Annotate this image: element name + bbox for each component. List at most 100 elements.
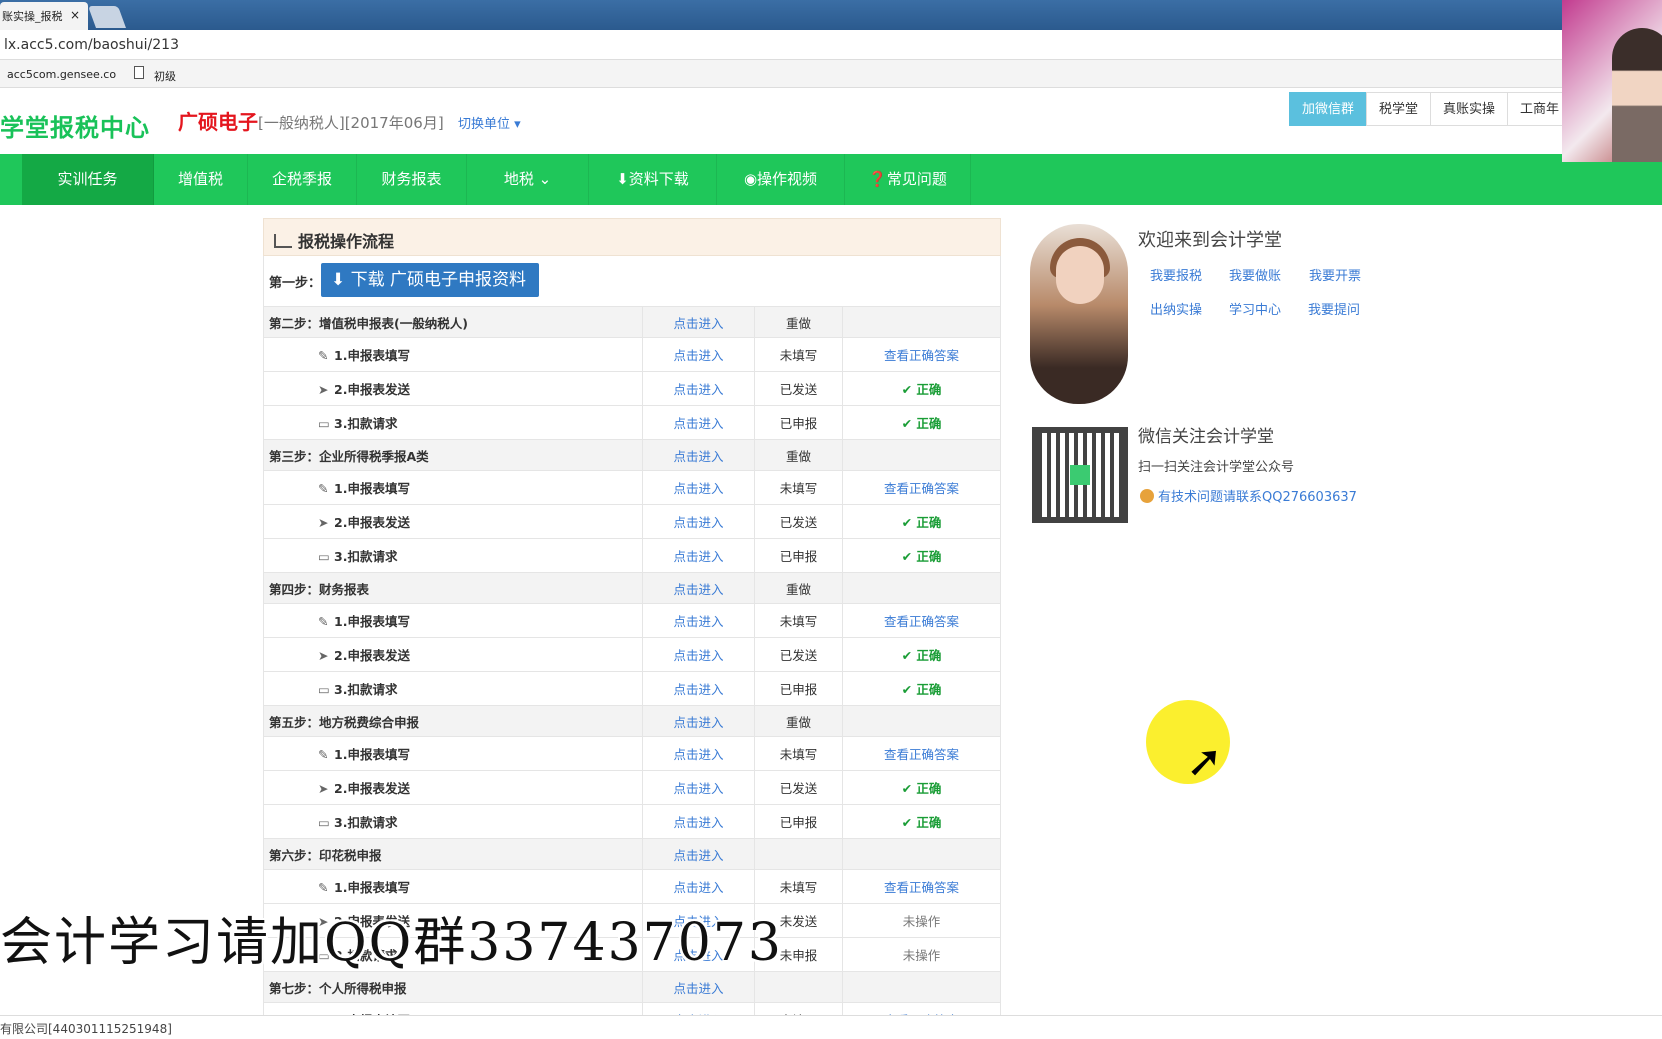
view-answer-link[interactable]: 查看正确答案 (842, 337, 1001, 372)
address-bar[interactable]: lx.acc5.com/baoshui/213 (0, 30, 1662, 60)
view-answer-link[interactable]: 查看正确答案 (842, 470, 1001, 505)
panel-title: 报税操作流程 (298, 232, 395, 251)
view-answer-link[interactable]: 查看正确答案 (842, 603, 1001, 638)
redo-link[interactable] (754, 971, 843, 1003)
task-name-cell: ▭ 3.扣款请求 (263, 804, 643, 839)
empty-cell (842, 705, 1001, 737)
step-title: 第三步：企业所得税季报A类 (263, 439, 643, 471)
nav-faq[interactable]: ❓常见问题 (845, 154, 971, 205)
page-icon (134, 66, 144, 79)
enter-link[interactable]: 点击进入 (642, 306, 755, 338)
table-row: ➤ 2.申报表发送 点击进入 已发送 ✔ 正确 (263, 371, 1001, 406)
task-name-cell: ➤ 2.申报表发送 (263, 770, 643, 805)
status-text: 已申报 (754, 804, 843, 839)
enter-link[interactable]: 点击进入 (642, 971, 755, 1003)
enter-link[interactable]: 点击进入 (642, 572, 755, 604)
redo-link[interactable]: 重做 (754, 572, 843, 604)
switch-unit-link[interactable]: 切换单位 ▾ (458, 113, 521, 132)
table-row: ✎ 1.申报表填写 点击进入未填写查看正确答案 (263, 736, 1001, 771)
view-answer-link[interactable]: 查看正确答案 (842, 736, 1001, 771)
status-text: 未填写 (754, 337, 843, 372)
nav-local-tax[interactable]: 地税 ⌄ (467, 154, 589, 205)
enter-link[interactable]: 点击进入 (642, 504, 755, 539)
edit-icon: ✎ (318, 614, 329, 629)
bookmark-item[interactable]: 初级 (154, 68, 176, 84)
enter-link[interactable]: 点击进入 (642, 371, 755, 406)
enter-link[interactable]: 点击进入 (642, 838, 755, 870)
site-logo[interactable]: 学堂报税中心 (0, 108, 150, 143)
nav-corp-tax[interactable]: 企税季报 (248, 154, 357, 205)
welcome-heading: 欢迎来到会计学堂 (1138, 230, 1282, 251)
quick-link-bookkeeping[interactable]: 我要做账 (1229, 265, 1281, 284)
table-row: ➤ 2.申报表发送 点击进入 已发送 ✔ 正确 (263, 504, 1001, 539)
enter-link[interactable]: 点击进入 (642, 804, 755, 839)
redo-link[interactable]: 重做 (754, 705, 843, 737)
quick-link-invoice[interactable]: 我要开票 (1309, 265, 1361, 284)
task-name-cell: ➤ 2.申报表发送 (263, 637, 643, 672)
table-row: ✎ 1.申报表填写 点击进入未填写查看正确答案 (263, 337, 1001, 372)
redo-link[interactable]: 重做 (754, 439, 843, 471)
quick-link-cashier[interactable]: 出纳实操 (1150, 299, 1202, 318)
redo-link[interactable] (754, 838, 843, 870)
close-icon[interactable]: × (70, 8, 80, 22)
status-text: 未填写 (754, 869, 843, 904)
enter-link[interactable]: 点击进入 (642, 736, 755, 771)
step-one: 第一步： ⬇ 下载 广硕电子申报资料 (263, 256, 1001, 306)
table-row: ➤ 2.申报表发送 点击进入 已发送 ✔ 正确 (263, 637, 1001, 672)
monitor-icon: ▭ (318, 815, 330, 830)
browser-tab[interactable]: 账实操_报税 × (0, 2, 88, 30)
nav-downloads[interactable]: ⬇资料下载 (589, 154, 717, 205)
enter-link[interactable]: 点击进入 (642, 405, 755, 440)
nav-vat[interactable]: 增值税 (154, 154, 248, 205)
task-name-cell: ✎ 1.申报表填写 (263, 603, 643, 638)
empty-cell (842, 306, 1001, 338)
task-name-cell: ✎ 1.申报表填写 (263, 470, 643, 505)
enter-link[interactable]: 点击进入 (642, 637, 755, 672)
scan-text: 扫一扫关注会计学堂公众号 (1138, 460, 1295, 475)
result-status: ✔ 正确 (842, 371, 1001, 406)
enter-link[interactable]: 点击进入 (642, 603, 755, 638)
bookmark-item[interactable]: acc5com.gensee.co (7, 68, 116, 81)
top-link-wechat-group[interactable]: 加微信群 (1289, 92, 1368, 126)
redo-link[interactable]: 重做 (754, 306, 843, 338)
enter-link[interactable]: 点击进入 (642, 538, 755, 573)
send-icon: ➤ (318, 781, 329, 796)
quick-link-file-tax[interactable]: 我要报税 (1150, 265, 1202, 284)
enter-link[interactable]: 点击进入 (642, 439, 755, 471)
task-name: 3.扣款请求 (334, 416, 398, 431)
nav-videos[interactable]: ◉操作视频 (717, 154, 845, 205)
new-tab-button[interactable] (87, 6, 127, 28)
url-text: lx.acc5.com/baoshui/213 (4, 37, 179, 53)
enter-link[interactable]: 点击进入 (642, 770, 755, 805)
quick-link-learning[interactable]: 学习中心 (1229, 299, 1281, 318)
result-status: 未操作 (842, 903, 1001, 938)
quick-link-ask[interactable]: 我要提问 (1308, 299, 1360, 318)
result-status: ✔ 正确 (842, 504, 1001, 539)
bookmarks-bar: acc5com.gensee.co 初级 (0, 60, 1662, 88)
webcam-overlay (1562, 0, 1662, 162)
top-link-tax-school[interactable]: 税学堂 (1366, 92, 1432, 126)
enter-link[interactable]: 点击进入 (642, 705, 755, 737)
task-name-cell: ➤ 2.申报表发送 (263, 371, 643, 406)
task-name-cell: ✎ 1.申报表填写 (263, 337, 643, 372)
table-row: ▭ 3.扣款请求 点击进入 已申报 ✔ 正确 (263, 804, 1001, 839)
enter-link[interactable]: 点击进入 (642, 337, 755, 372)
edit-icon: ✎ (318, 880, 329, 895)
view-answer-link[interactable]: 查看正确答案 (842, 869, 1001, 904)
nav-training-tasks[interactable]: 实训任务 (22, 154, 154, 205)
watermark-text: 会计学习请加QQ群337437073 (0, 913, 784, 973)
wechat-heading: 微信关注会计学堂 (1138, 427, 1274, 447)
nav-financial-reports[interactable]: 财务报表 (357, 154, 467, 205)
task-name: 2.申报表发送 (334, 515, 410, 530)
status-text: 已申报 (754, 405, 843, 440)
top-link-real-accounts[interactable]: 真账实操 (1430, 92, 1509, 126)
qq-contact-link[interactable]: 有技术问题请联系QQ276603637 (1140, 486, 1357, 505)
enter-link[interactable]: 点击进入 (642, 470, 755, 505)
step-header-row: 第三步：企业所得税季报A类 点击进入 重做 (263, 439, 1001, 471)
enter-link[interactable]: 点击进入 (642, 869, 755, 904)
download-data-button[interactable]: ⬇ 下载 广硕电子申报资料 (321, 263, 539, 297)
status-text: 未填写 (754, 470, 843, 505)
enter-link[interactable]: 点击进入 (642, 671, 755, 706)
result-status: ✔ 正确 (842, 804, 1001, 839)
status-text: 已发送 (754, 371, 843, 406)
